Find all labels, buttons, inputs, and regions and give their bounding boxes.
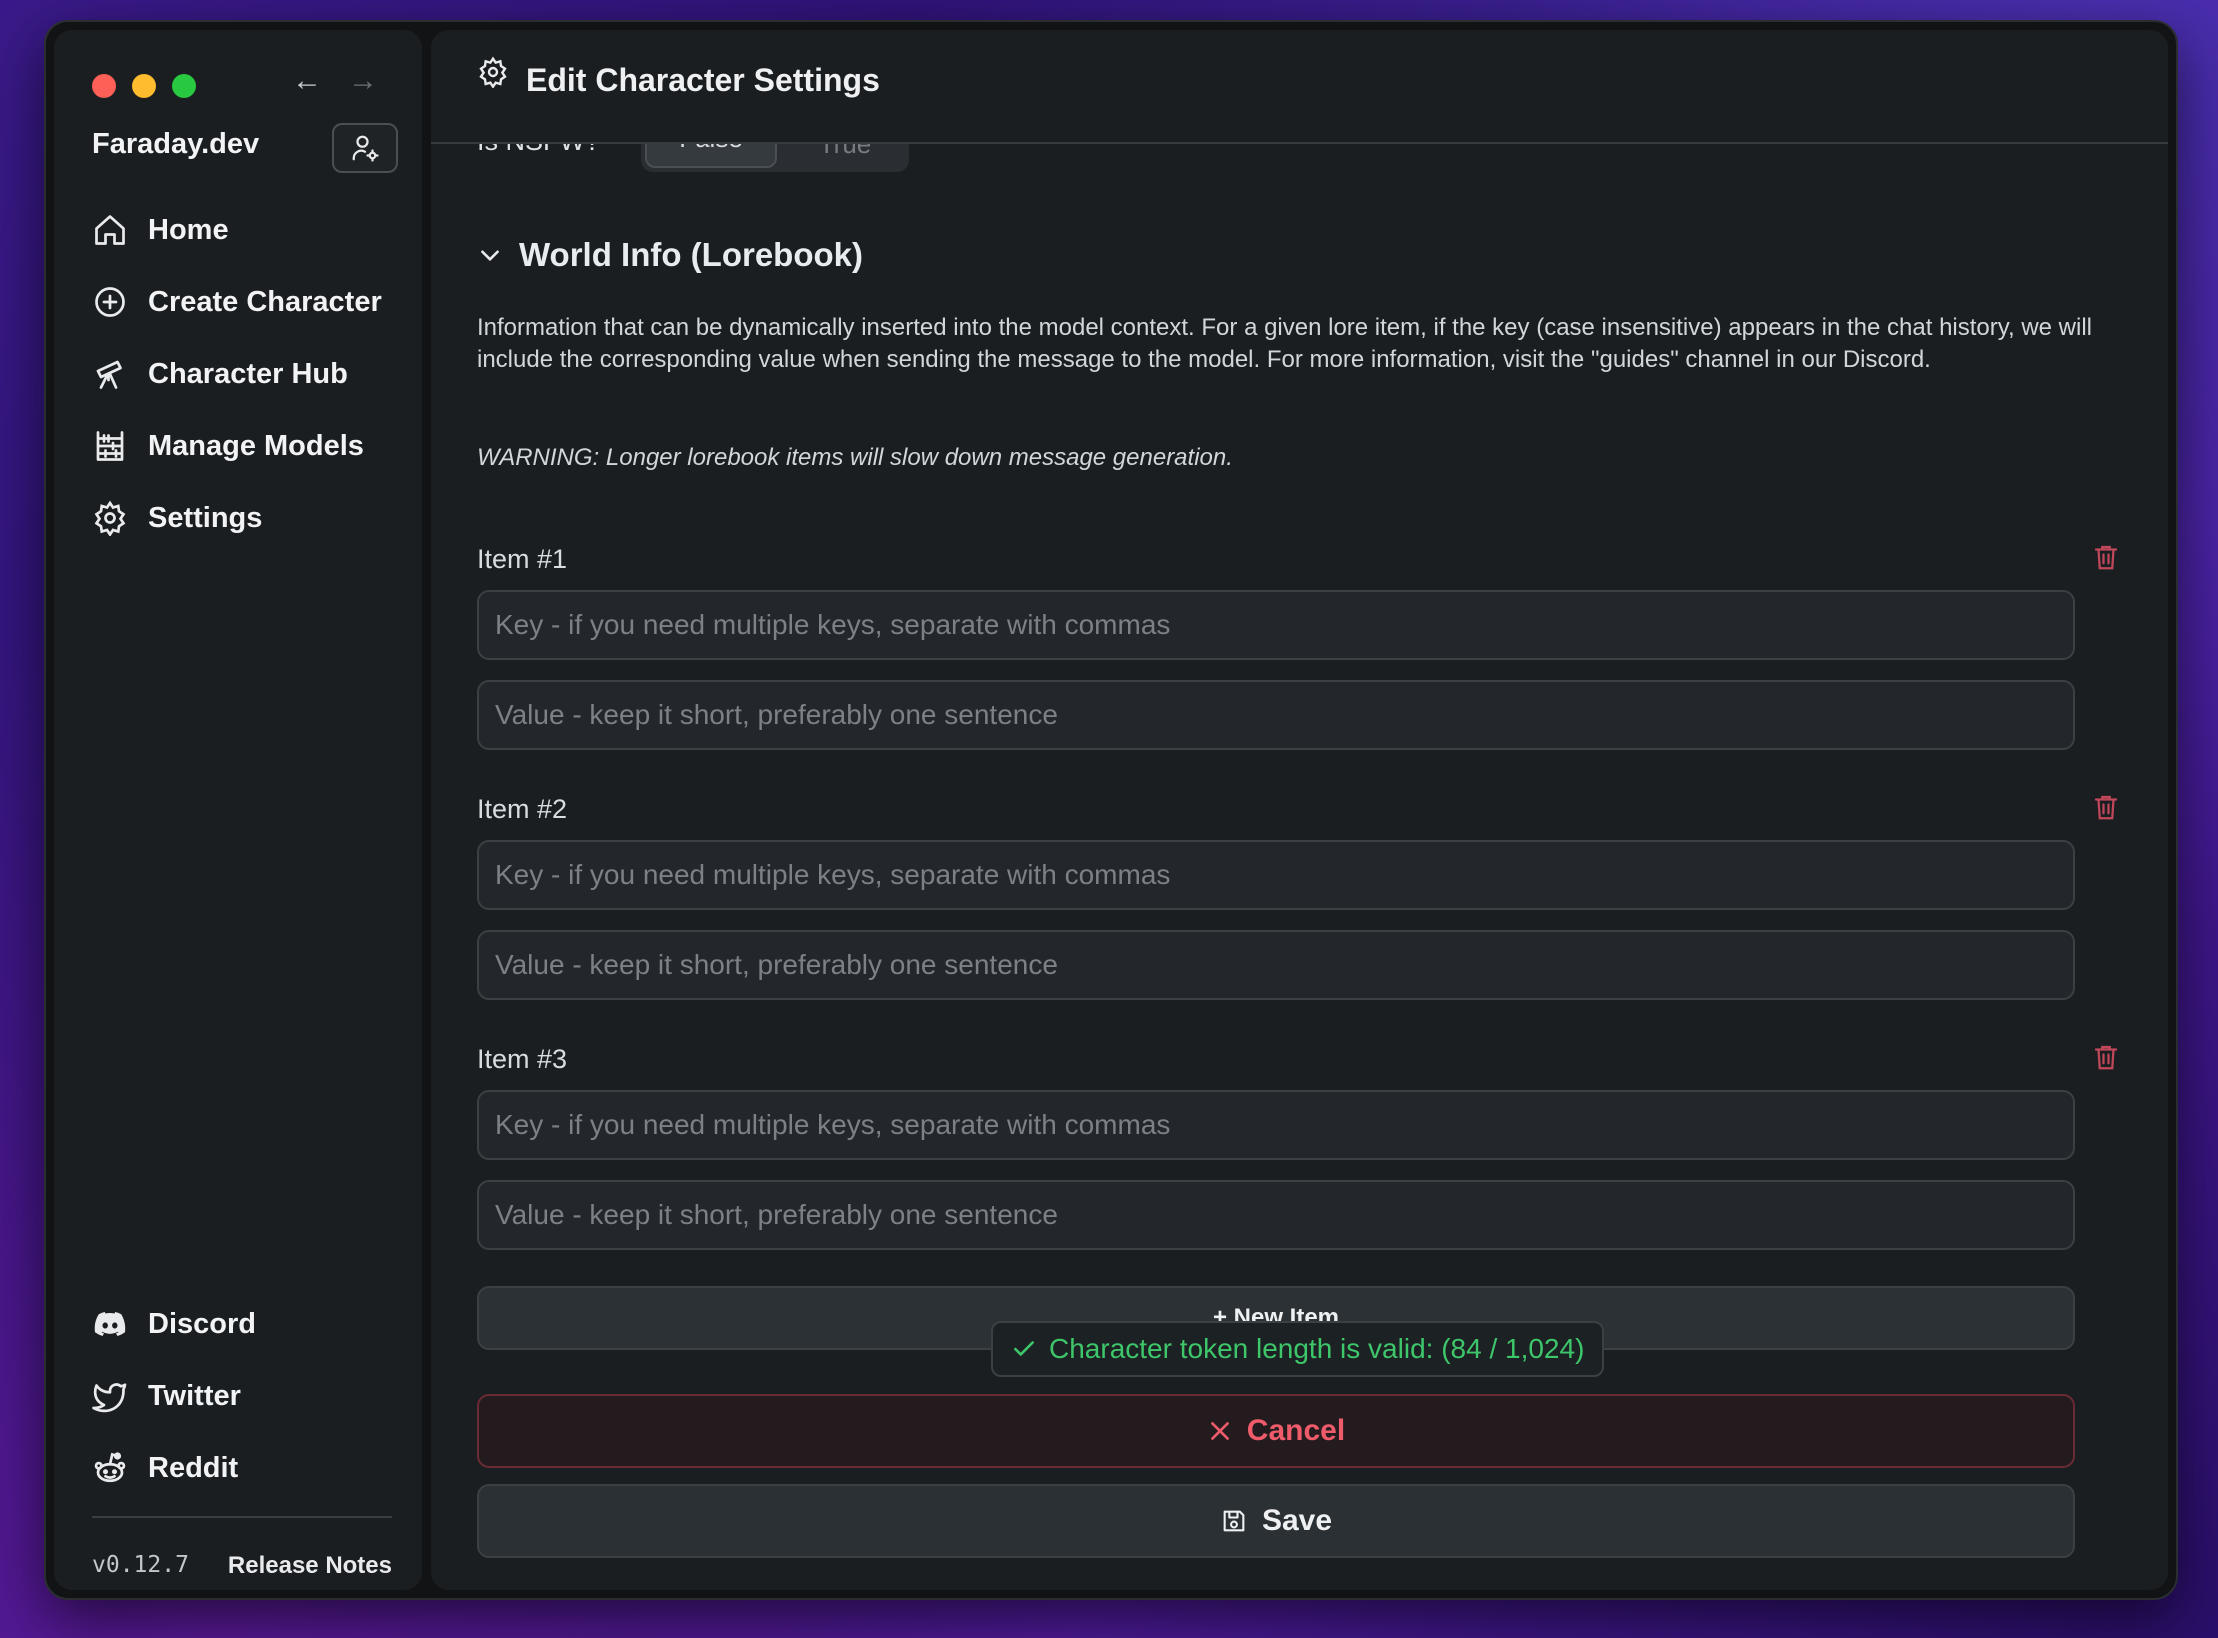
lore-value-input[interactable] (477, 930, 2075, 1000)
brand-name: Faraday.dev (92, 128, 260, 160)
lore-item-label: Item #1 (477, 544, 568, 574)
sidebar-item-create-character[interactable]: Create Character (92, 266, 412, 338)
sidebar-item-label: Manage Models (148, 429, 364, 462)
lore-value-input[interactable] (477, 680, 2075, 750)
close-icon (1210, 1422, 1229, 1440)
sidebar-item-character-hub[interactable]: Character Hub (92, 338, 412, 410)
back-arrow-icon[interactable]: ← (290, 64, 324, 98)
lore-value-input[interactable] (477, 1180, 2075, 1250)
sidebar-item-label: Character Hub (148, 357, 348, 390)
reddit-icon (94, 1452, 126, 1483)
sidebar-footer: v0.12.7 Release Notes (92, 1552, 392, 1580)
forward-arrow-icon[interactable]: → (346, 64, 380, 98)
window-controls (92, 74, 196, 98)
floppy-disk-icon (1223, 1510, 1245, 1532)
trash-icon[interactable] (2091, 542, 2121, 572)
page-header: Edit Character Settings (431, 30, 2168, 144)
main-panel: Is NSFW? False True Edit Character Setti… (431, 30, 2168, 1590)
profile-settings-button[interactable] (332, 123, 398, 173)
lorebook-warning: WARNING: Longer lorebook items will slow… (477, 444, 1233, 471)
app-window: ← → Faraday.dev Home Create Character Ch… (44, 20, 2178, 1600)
minimize-window-button[interactable] (132, 74, 156, 98)
trash-icon[interactable] (2091, 792, 2121, 822)
abacus-icon (96, 431, 124, 461)
sidebar-item-label: Settings (148, 501, 263, 534)
social-links: Discord Twitter Reddit (92, 1288, 412, 1504)
cancel-button[interactable]: Cancel (477, 1394, 2075, 1468)
sidebar-item-home[interactable]: Home (92, 194, 412, 266)
token-status-badge: Character token length is valid: (84 / 1… (991, 1321, 1605, 1377)
sidebar-divider (92, 1516, 392, 1518)
sidebar-item-label: Twitter (148, 1379, 241, 1412)
sidebar-item-reddit[interactable]: Reddit (92, 1432, 412, 1504)
sidebar-item-label: Reddit (148, 1451, 239, 1484)
lore-item-label: Item #2 (477, 794, 568, 824)
gear-icon (479, 56, 507, 88)
lore-key-input[interactable] (477, 840, 2075, 910)
lorebook-description: Information that can be dynamically inse… (477, 314, 2092, 373)
history-navigation: ← → (290, 64, 380, 98)
plus-circle-icon (95, 287, 125, 317)
trash-icon[interactable] (2091, 1042, 2121, 1072)
sidebar-item-label: Create Character (148, 285, 382, 318)
sidebar-item-discord[interactable]: Discord (92, 1288, 412, 1360)
sidebar-item-manage-models[interactable]: Manage Models (92, 410, 412, 482)
page-title: Edit Character Settings (526, 62, 880, 98)
lorebook-title: World Info (Lorebook) (519, 236, 864, 273)
lore-item-label: Item #3 (477, 1044, 568, 1074)
sidebar: ← → Faraday.dev Home Create Character Ch… (54, 30, 422, 1590)
cancel-label: Cancel (1246, 1414, 1346, 1447)
sidebar-item-label: Discord (148, 1307, 256, 1340)
chevron-down-icon (481, 250, 499, 261)
check-icon (1014, 1341, 1034, 1356)
lore-key-input[interactable] (477, 590, 2075, 660)
close-window-button[interactable] (92, 74, 116, 98)
telescope-icon (96, 360, 122, 389)
sidebar-nav: Home Create Character Character Hub Mana… (92, 194, 412, 554)
sidebar-item-settings[interactable]: Settings (92, 482, 412, 554)
home-icon (95, 215, 125, 245)
sidebar-item-label: Home (148, 213, 229, 246)
lorebook-section-toggle[interactable]: World Info (Lorebook) (477, 236, 863, 274)
user-gear-icon (352, 135, 379, 162)
sidebar-item-twitter[interactable]: Twitter (92, 1360, 412, 1432)
lore-key-input[interactable] (477, 1090, 2075, 1160)
save-button[interactable]: Save (477, 1484, 2075, 1558)
twitter-icon (92, 1383, 127, 1413)
save-label: Save (1261, 1504, 1333, 1537)
token-status-text: Character token length is valid: (84 / 1… (1049, 1333, 1585, 1364)
maximize-window-button[interactable] (172, 74, 196, 98)
release-notes-link[interactable]: Release Notes (228, 1552, 392, 1580)
gear-icon (94, 500, 126, 536)
discord-icon (94, 1312, 126, 1336)
app-version: v0.12.7 (92, 1552, 189, 1578)
